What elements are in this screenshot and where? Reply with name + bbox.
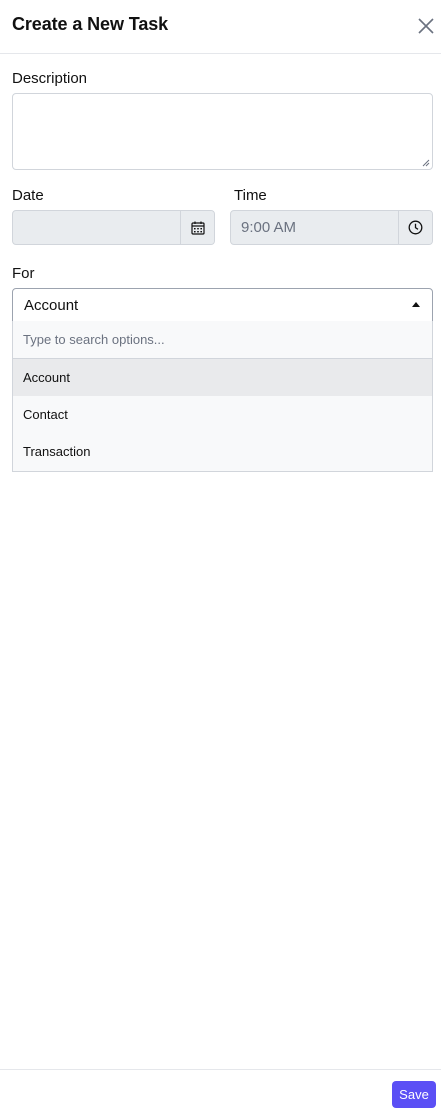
time-field[interactable] xyxy=(230,210,433,245)
time-input[interactable] xyxy=(231,211,399,244)
option-contact[interactable]: Contact xyxy=(13,396,432,433)
date-picker-button[interactable] xyxy=(180,211,214,244)
dropdown-search xyxy=(13,321,432,359)
description-label: Description xyxy=(12,70,88,87)
time-picker-button[interactable] xyxy=(398,211,432,244)
description-field[interactable] xyxy=(12,93,433,170)
modal-footer: Save xyxy=(0,1069,441,1114)
close-button[interactable] xyxy=(414,14,438,38)
for-dropdown-menu: Account Contact Transaction xyxy=(12,321,433,472)
option-transaction[interactable]: Transaction xyxy=(13,433,432,470)
resize-grip-icon[interactable] xyxy=(422,159,430,167)
date-field[interactable] xyxy=(12,210,215,245)
option-search-input[interactable] xyxy=(13,321,432,358)
for-label: For xyxy=(12,265,35,282)
close-icon xyxy=(418,18,434,34)
clock-icon xyxy=(408,220,423,235)
page-title: Create a New Task xyxy=(12,14,169,34)
date-input[interactable] xyxy=(13,211,181,244)
option-account[interactable]: Account xyxy=(13,359,432,396)
for-select-value: Account xyxy=(24,297,79,314)
modal-header: Create a New Task xyxy=(0,0,441,54)
time-label: Time xyxy=(234,187,267,204)
caret-up-icon xyxy=(412,302,420,307)
date-label: Date xyxy=(12,187,44,204)
calendar-icon xyxy=(190,221,205,235)
save-button[interactable]: Save xyxy=(392,1081,436,1108)
for-select[interactable]: Account xyxy=(12,288,433,322)
